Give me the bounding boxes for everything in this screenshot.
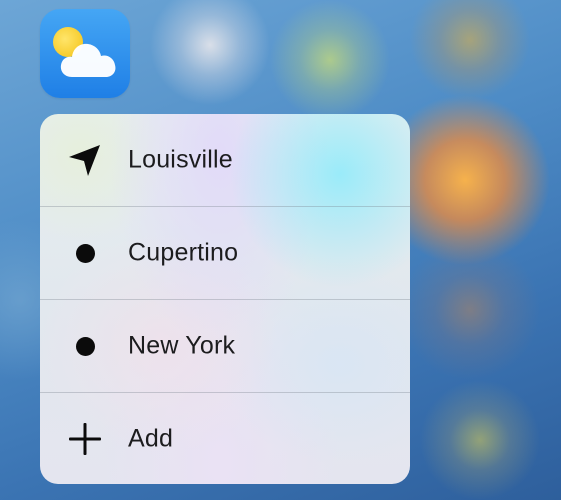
bullet-dot-icon xyxy=(65,233,105,273)
quick-actions-menu: Louisville Cupertino New York Add xyxy=(40,114,410,484)
menu-item-label: New York xyxy=(128,331,236,360)
menu-item-louisville[interactable]: Louisville xyxy=(40,114,410,206)
plus-icon xyxy=(65,419,105,459)
menu-item-new-york[interactable]: New York xyxy=(40,300,410,392)
menu-item-label: Add xyxy=(128,424,174,452)
location-arrow-icon xyxy=(65,140,105,180)
menu-item-cupertino[interactable]: Cupertino xyxy=(40,207,410,299)
menu-item-label: Cupertino xyxy=(128,238,239,267)
cloud-icon xyxy=(60,43,116,77)
menu-item-label: Louisville xyxy=(128,145,233,174)
bullet-dot-icon xyxy=(65,326,105,366)
weather-app-icon[interactable] xyxy=(40,9,130,98)
menu-item-add[interactable]: Add xyxy=(40,393,410,484)
